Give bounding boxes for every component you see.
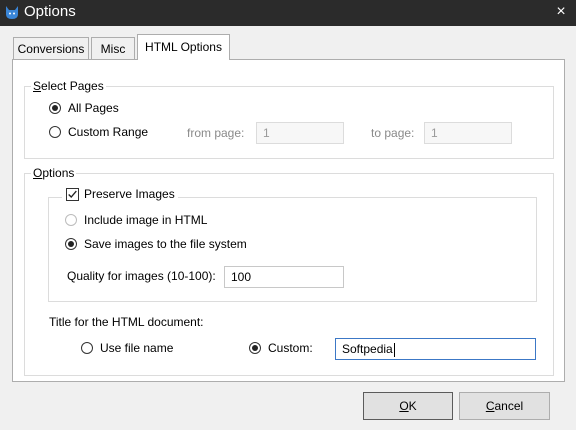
html-options-panel: Select Pages All Pages Custom Range from…	[12, 59, 565, 382]
options-legend: Options	[31, 166, 77, 180]
preserve-images-label[interactable]: Preserve Images	[84, 187, 175, 201]
custom-title-value: Softpedia	[342, 342, 393, 356]
text-caret	[393, 342, 395, 357]
custom-title-radio[interactable]	[249, 342, 261, 354]
all-pages-label[interactable]: All Pages	[68, 101, 119, 115]
title-doc-label: Title for the HTML document:	[49, 315, 204, 329]
app-cat-icon	[6, 6, 18, 19]
select-pages-legend: Select Pages	[31, 79, 106, 93]
use-file-name-radio[interactable]	[81, 342, 93, 354]
save-images-radio[interactable]	[65, 238, 77, 250]
tab-misc[interactable]: Misc	[91, 37, 135, 59]
tab-html-options[interactable]: HTML Options	[137, 34, 230, 60]
custom-title-label[interactable]: Custom:	[268, 341, 313, 355]
to-page-input[interactable]: 1	[424, 122, 512, 144]
checkmark-icon	[68, 190, 77, 199]
preserve-images-checkbox[interactable]	[66, 188, 79, 201]
window-title: Options	[24, 3, 76, 20]
from-page-input[interactable]: 1	[256, 122, 344, 144]
tab-conversions[interactable]: Conversions	[13, 37, 89, 59]
include-image-label[interactable]: Include image in HTML	[84, 213, 207, 227]
quality-label: Quality for images (10-100):	[67, 269, 216, 283]
quality-input[interactable]: 100	[224, 266, 344, 288]
title-bar: Options ×	[0, 0, 576, 26]
from-page-label: from page:	[187, 126, 245, 140]
ok-button[interactable]: OK	[363, 392, 453, 420]
all-pages-radio[interactable]	[49, 102, 61, 114]
use-file-name-label[interactable]: Use file name	[100, 341, 173, 355]
custom-range-label[interactable]: Custom Range	[68, 125, 148, 139]
custom-title-input[interactable]: Softpedia	[335, 338, 536, 360]
custom-range-radio[interactable]	[49, 126, 61, 138]
close-icon[interactable]: ×	[546, 0, 576, 26]
include-image-radio[interactable]	[65, 214, 77, 226]
to-page-label: to page:	[371, 126, 415, 140]
cancel-button[interactable]: Cancel	[459, 392, 550, 420]
save-images-label[interactable]: Save images to the file system	[84, 237, 247, 251]
